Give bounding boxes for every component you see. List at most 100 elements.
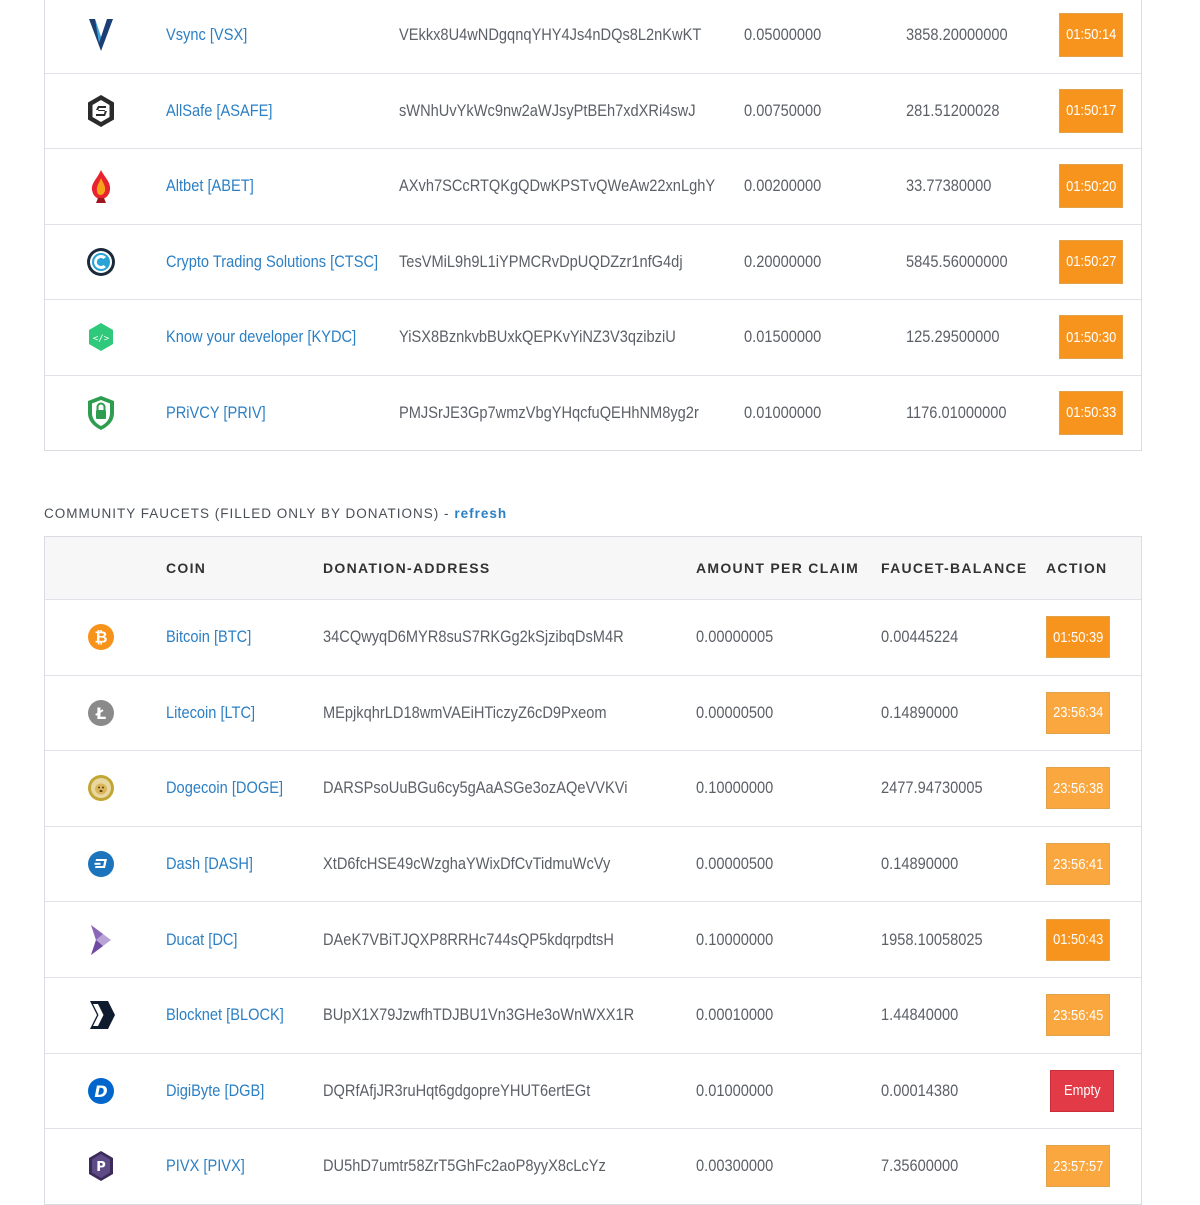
allsafe-icon	[83, 74, 119, 149]
amount-cell: 0.01500000	[744, 327, 822, 347]
coin-link[interactable]: PIVX [PIVX]	[166, 1156, 245, 1176]
header-coin: COIN	[166, 560, 207, 576]
kydc-icon: </>	[83, 300, 119, 375]
privcy-icon	[83, 376, 119, 451]
amount-cell: 0.00750000	[744, 100, 822, 120]
claim-timer-button[interactable]: 23:56:41	[1046, 843, 1110, 886]
donation-address-cell: DAeK7VBiTJQXP8RRHc744sQP5kdqrpdtsH	[323, 929, 614, 949]
table-row: Crypto Trading Solutions [CTSC] TesVMiL9h…	[45, 223, 1141, 300]
amount-cell: 0.10000000	[696, 929, 774, 949]
table-row: PRiVCY [PRIV] PMJSrJE3Gp7wmzVbgYHqcfuQEHh…	[45, 374, 1141, 451]
claim-timer-button[interactable]: 23:57:57	[1046, 1145, 1110, 1188]
amount-cell: 0.00000005	[696, 627, 774, 647]
timer-label: 01:50:17	[1065, 102, 1117, 120]
refresh-link[interactable]: refresh	[454, 506, 507, 521]
amount-cell: 0.10000000	[696, 778, 774, 798]
amount-cell: 0.00200000	[744, 176, 822, 196]
donation-address-cell: XtD6fcHSE49cWzghaYWixDfCvTidmuWcVy	[323, 854, 611, 874]
balance-cell: 0.14890000	[881, 702, 959, 722]
coin-name-cell: Know your developer [KYDC]	[166, 300, 356, 375]
coin-link[interactable]: Vsync [VSX]	[166, 25, 247, 45]
coin-name-cell: DigiByte [DGB]	[166, 1054, 264, 1129]
bitcoin-icon: ₿	[83, 600, 119, 675]
ducat-icon	[83, 902, 119, 977]
coin-link[interactable]: Dash [DASH]	[166, 854, 253, 874]
balance-cell: 1176.01000000	[906, 402, 1007, 422]
community-faucets-title: COMMUNITY FAUCETS (FILLED ONLY BY DONATI…	[44, 506, 507, 521]
coin-name-cell: Litecoin [LTC]	[166, 676, 255, 751]
address-cell: TesVMiL9h9L1iYPMCRvDpUQDZzr1nfG4dj	[399, 251, 683, 271]
donation-address-cell: BUpX1X79JzwfhTDJBU1Vn3GHe3oWnWXX1R	[323, 1005, 635, 1025]
balance-cell: 3858.20000000	[906, 24, 1008, 44]
empty-button[interactable]: Empty	[1050, 1069, 1114, 1112]
top-faucets-table: Vsync [VSX] VEkkx8U4wNDgqnqYHY4Js4nDQs8L2…	[44, 0, 1142, 451]
timer-label: 01:50:33	[1065, 404, 1117, 422]
coin-name-cell: Altbet [ABET]	[166, 149, 254, 224]
coin-name-cell: Blocknet [BLOCK]	[166, 978, 284, 1053]
coin-link[interactable]: AllSafe [ASAFE]	[166, 101, 272, 121]
coin-link[interactable]: Altbet [ABET]	[166, 176, 254, 196]
table-row: Dogecoin [DOGE] DARSPsoUuBGu6cy5gAaASGe3o…	[45, 750, 1141, 826]
action-label: Empty	[1063, 1082, 1101, 1100]
table-row: </> Know your developer [KYDC] YiSX8Bznkvb…	[45, 299, 1141, 375]
coin-link[interactable]: PRiVCY [PRIV]	[166, 403, 266, 423]
amount-cell: 0.01000000	[744, 402, 822, 422]
table-row: Altbet [ABET] AXvh7SCcRTQKgQDwKPSTvQWeAw2…	[45, 148, 1141, 224]
balance-cell: 7.35600000	[881, 1156, 959, 1176]
vsync-icon	[83, 0, 119, 73]
table-row: Dash [DASH] XtD6fcHSE49cWzghaYWixDfCvTidm…	[45, 825, 1141, 902]
claim-timer-button[interactable]: 01:50:20	[1059, 164, 1123, 209]
claim-timer-button[interactable]: 23:56:38	[1046, 767, 1110, 810]
header-amount-per-claim: AMOUNT PER CLAIM	[696, 560, 860, 576]
address-cell: PMJSrJE3Gp7wmzVbgYHqcfuQEHhNM8yg2r	[399, 402, 699, 422]
table-row: Ducat [DC] DAeK7VBiTJQXP8RRHc744sQP5kdqrp…	[45, 901, 1141, 977]
timer-label: 01:50:20	[1065, 177, 1117, 195]
balance-cell: 1.44840000	[881, 1005, 959, 1025]
svg-text:Ł: Ł	[95, 704, 106, 723]
coin-link[interactable]: Know your developer [KYDC]	[166, 327, 356, 347]
address-cell: YiSX8BznkvbBUxkQEPKvYiNZ3V3qzibziU	[399, 327, 676, 347]
claim-timer-button[interactable]: 23:56:34	[1046, 691, 1110, 734]
claim-timer-button[interactable]: 01:50:14	[1059, 12, 1123, 57]
coin-link[interactable]: Ducat [DC]	[166, 930, 238, 950]
amount-cell: 0.01000000	[696, 1080, 774, 1100]
section-title-text: COMMUNITY FAUCETS (FILLED ONLY BY DONATI…	[44, 506, 450, 521]
coin-name-cell: Crypto Trading Solutions [CTSC]	[166, 225, 378, 300]
coin-link[interactable]: Blocknet [BLOCK]	[166, 1005, 284, 1025]
claim-timer-button[interactable]: 01:50:43	[1046, 918, 1110, 961]
balance-cell: 5845.56000000	[906, 251, 1008, 271]
header-donation-address: DONATION-ADDRESS	[323, 560, 491, 576]
coin-link[interactable]: Crypto Trading Solutions [CTSC]	[166, 252, 378, 272]
svg-text:P: P	[96, 1160, 106, 1175]
claim-timer-button[interactable]: 01:50:39	[1046, 616, 1110, 659]
coin-name-cell: Ducat [DC]	[166, 902, 238, 977]
address-cell: VEkkx8U4wNDgqnqYHY4Js4nDQs8L2nKwKT	[399, 24, 702, 44]
balance-cell: 1958.10058025	[881, 929, 983, 949]
claim-timer-button[interactable]: 01:50:33	[1059, 390, 1123, 435]
table-row: D DigiByte [DGB] DQRfAfjJR3ruHqt6gdgopreYH…	[45, 1052, 1141, 1129]
claim-timer-button[interactable]: 01:50:30	[1059, 315, 1123, 360]
donation-address-cell: 34CQwyqD6MYR8suS7RKGg2kSjzibqDsM4R	[323, 627, 624, 647]
svg-text:₿: ₿	[94, 628, 107, 647]
coin-name-cell: Dash [DASH]	[166, 827, 253, 902]
ctsc-icon	[83, 225, 119, 300]
amount-cell: 0.00300000	[696, 1156, 774, 1176]
claim-timer-button[interactable]: 01:50:17	[1059, 88, 1123, 133]
table-row: P PIVX [PIVX] DU5hD7umtr58ZrT5GhFc2aoP8yyX…	[45, 1128, 1141, 1204]
action-label: 01:50:39	[1052, 628, 1104, 646]
claim-timer-button[interactable]: 01:50:27	[1059, 239, 1123, 284]
table-row: AllSafe [ASAFE] sWNhUvYkWc9nw2aWJsyPtBEh7…	[45, 72, 1141, 149]
coin-name-cell: AllSafe [ASAFE]	[166, 74, 272, 149]
claim-timer-button[interactable]: 23:56:45	[1046, 994, 1110, 1037]
altbet-icon	[83, 149, 119, 224]
svg-text:D: D	[94, 1082, 107, 1101]
coin-link[interactable]: Bitcoin [BTC]	[166, 627, 251, 647]
coin-link[interactable]: DigiByte [DGB]	[166, 1081, 264, 1101]
table-row: Ł Litecoin [LTC] MEpjkqhrLD18wmVAEiHTiczyZ…	[45, 674, 1141, 751]
coin-name-cell: PRiVCY [PRIV]	[166, 376, 266, 451]
amount-cell: 0.00000500	[696, 854, 774, 874]
coin-link[interactable]: Dogecoin [DOGE]	[166, 778, 283, 798]
coin-link[interactable]: Litecoin [LTC]	[166, 703, 255, 723]
dash-icon	[83, 827, 119, 902]
donation-address-cell: DQRfAfjJR3ruHqt6gdgopreYHUT6ertEGt	[323, 1080, 591, 1100]
